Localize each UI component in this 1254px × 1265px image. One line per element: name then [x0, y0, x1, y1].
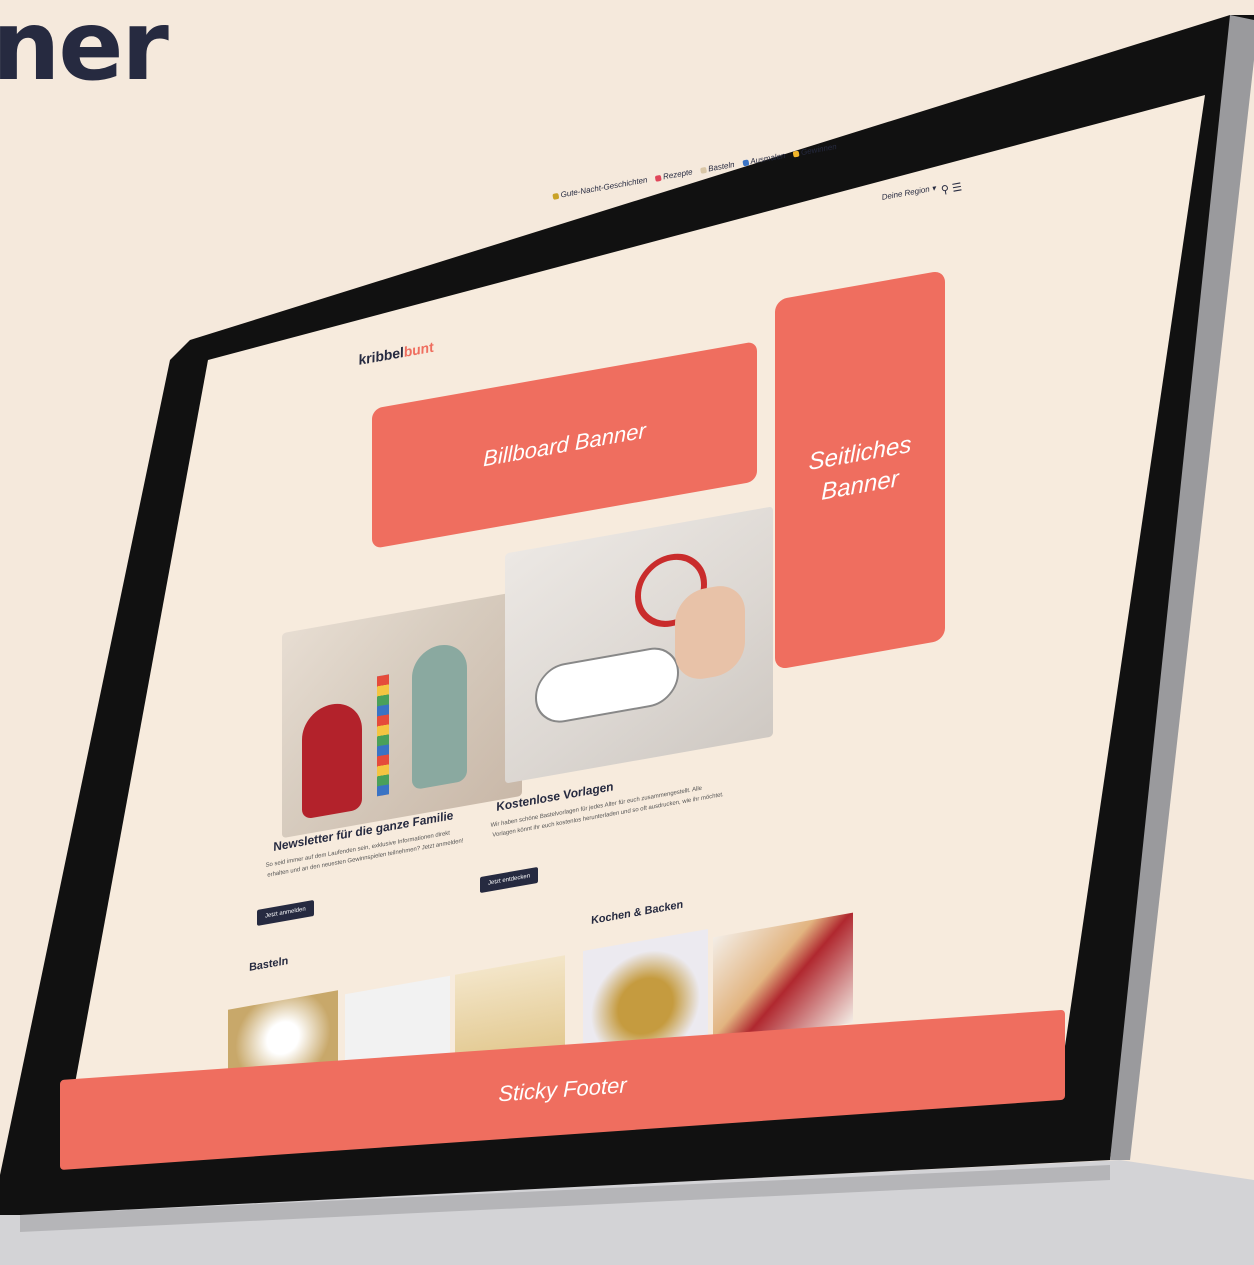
- side-banner[interactable]: Seitliches Banner: [775, 270, 945, 670]
- palette-icon: [741, 159, 749, 167]
- logo-accent-text: bunt: [402, 338, 435, 360]
- gift-icon: [792, 150, 800, 158]
- section-kochen-title: Kochen & Backen: [590, 898, 685, 927]
- nav-item-gute-nacht[interactable]: Gute-Nacht-Geschichten: [552, 175, 648, 201]
- templates-image[interactable]: [505, 506, 773, 784]
- heart-icon: [654, 174, 662, 182]
- moon-icon: [552, 192, 560, 200]
- logo-main-text: kribbel: [357, 344, 405, 368]
- nav-item-rezepte[interactable]: Rezepte: [654, 167, 693, 182]
- templates-button[interactable]: Jetzt entdecken: [480, 866, 539, 894]
- region-selector[interactable]: Deine Region ▾: [881, 183, 936, 201]
- newsletter-image[interactable]: [282, 590, 522, 839]
- search-menu-icons[interactable]: ⚲ ☰: [940, 180, 963, 196]
- sticky-footer-label: Sticky Footer: [498, 1072, 627, 1107]
- section-basteln-title: Basteln: [248, 955, 290, 974]
- newsletter-button[interactable]: Jetzt anmelden: [257, 900, 314, 926]
- billboard-banner[interactable]: Billboard Banner: [372, 341, 757, 549]
- billboard-banner-label: Billboard Banner: [483, 417, 646, 472]
- nav-item-gewinnen[interactable]: Gewinnen: [792, 142, 837, 159]
- website-screen: kribbelbunt Gute-Nacht-Geschichten Rezep…: [0, 0, 1254, 1265]
- nav-item-basteln[interactable]: Basteln: [699, 160, 735, 175]
- pencil-icon: [699, 166, 707, 174]
- site-logo[interactable]: kribbelbunt: [357, 339, 435, 368]
- nav-item-ausmalen[interactable]: Ausmalen: [741, 151, 786, 167]
